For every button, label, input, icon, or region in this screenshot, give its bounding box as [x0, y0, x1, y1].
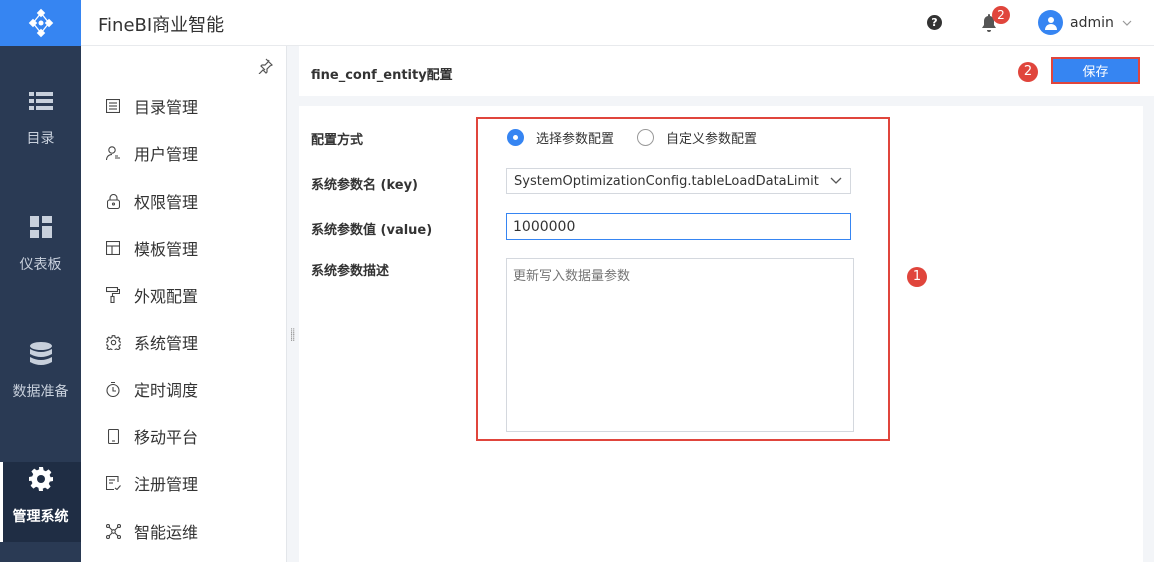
logo-icon: [28, 8, 53, 38]
user-avatar-icon: [1044, 16, 1057, 30]
avatar: [1038, 10, 1063, 35]
mobile-icon: [105, 428, 121, 444]
catalog-icon: [105, 98, 121, 114]
help-icon[interactable]: ?: [927, 15, 942, 30]
database-icon: [28, 341, 54, 367]
subnav-item-catalog[interactable]: 目录管理: [81, 91, 287, 121]
radio-select-label: 选择参数配置: [536, 132, 615, 147]
subnav-item-ops[interactable]: 智能运维: [81, 516, 287, 546]
rail-item-dashboard[interactable]: 仪表板: [0, 214, 81, 294]
user-icon: [105, 145, 121, 161]
subnav-label: 智能运维: [134, 523, 199, 542]
app-rail: 目录 仪表板 数据准备 管理系统: [0, 0, 81, 562]
network-icon: [105, 523, 121, 539]
settings-icon: [105, 334, 121, 350]
subnav-item-templates[interactable]: 模板管理: [81, 233, 287, 263]
subnav-label: 目录管理: [134, 98, 199, 117]
subnav-label: 定时调度: [134, 381, 199, 400]
rail-item-catalog[interactable]: 目录: [0, 88, 81, 168]
rail-label: 仪表板: [19, 257, 62, 273]
save-button[interactable]: 保存: [1051, 57, 1140, 84]
notification-badge: 2: [992, 6, 1010, 24]
app-title: FineBI商业智能: [98, 15, 225, 36]
gear-icon: [28, 466, 54, 492]
subnav-item-permissions[interactable]: 权限管理: [81, 186, 287, 216]
subnav-item-users[interactable]: 用户管理: [81, 138, 287, 168]
key-label: 系统参数名 (key): [311, 178, 418, 193]
key-select[interactable]: SystemOptimizationConfig.tableLoadDataLi…: [506, 168, 851, 194]
resize-handle[interactable]: ⁞⁞ ⁞⁞: [290, 328, 296, 348]
key-select-value: SystemOptimizationConfig.tableLoadDataLi…: [514, 173, 819, 189]
rail-label: 管理系统: [12, 509, 69, 525]
paint-roller-icon: [105, 287, 121, 303]
value-label: 系统参数值 (value): [311, 223, 433, 238]
template-icon: [105, 240, 121, 256]
top-header: FineBI商业智能 ? 2 admin: [81, 0, 1154, 46]
subnav-label: 用户管理: [134, 145, 199, 164]
rail-label: 目录: [26, 131, 55, 147]
subnav-item-appearance[interactable]: 外观配置: [81, 280, 287, 310]
subnav-item-system[interactable]: 系统管理: [81, 327, 287, 357]
register-icon: [105, 475, 121, 491]
rail-item-admin[interactable]: 管理系统: [0, 462, 81, 542]
rail-label: 数据准备: [12, 384, 69, 400]
lock-icon: [105, 193, 121, 209]
radio-custom-param[interactable]: [637, 129, 655, 146]
finebi-logo[interactable]: [0, 0, 81, 46]
list-icon: [28, 88, 54, 114]
radio-custom-label: 自定义参数配置: [666, 132, 758, 147]
annotation-marker-2: 2: [1018, 62, 1038, 82]
subnav-label: 外观配置: [134, 287, 199, 306]
chevron-down-icon: [1122, 20, 1132, 26]
value-field[interactable]: [506, 213, 851, 240]
annotation-marker-1: 1: [907, 267, 927, 287]
subnav-label: 模板管理: [134, 240, 199, 259]
config-mode-label: 配置方式: [311, 133, 364, 148]
page-title: fine_conf_entity配置: [311, 68, 453, 83]
subnav-item-mobile[interactable]: 移动平台: [81, 421, 287, 451]
timer-icon: [105, 381, 121, 397]
description-field[interactable]: [506, 258, 854, 432]
subnav-item-schedule[interactable]: 定时调度: [81, 374, 287, 404]
dashboard-icon: [28, 214, 54, 240]
config-mode-radio-group: 选择参数配置 自定义参数配置: [507, 128, 780, 147]
desc-label: 系统参数描述: [311, 264, 390, 279]
subnav-item-register[interactable]: 注册管理: [81, 468, 287, 498]
subnav-label: 权限管理: [134, 193, 199, 212]
pin-icon[interactable]: [257, 58, 273, 74]
subnav-label: 注册管理: [134, 475, 199, 494]
subnav-label: 系统管理: [134, 334, 199, 353]
config-form: 1 配置方式 选择参数配置 自定义参数配置 系统参数名 (key) System…: [299, 106, 1143, 562]
admin-subnav: 目录管理 用户管理 权限管理 模板管理 外观配置 系统管理 定时调度 移动平台 …: [81, 46, 287, 562]
subnav-label: 移动平台: [134, 428, 199, 447]
rail-item-data-prep[interactable]: 数据准备: [0, 341, 81, 421]
username: admin: [1070, 14, 1114, 31]
content-topbar: fine_conf_entity配置 2 保存: [299, 46, 1154, 96]
radio-select-param[interactable]: [507, 129, 524, 146]
user-menu[interactable]: admin: [1038, 10, 1132, 35]
chevron-down-icon: [830, 177, 842, 184]
